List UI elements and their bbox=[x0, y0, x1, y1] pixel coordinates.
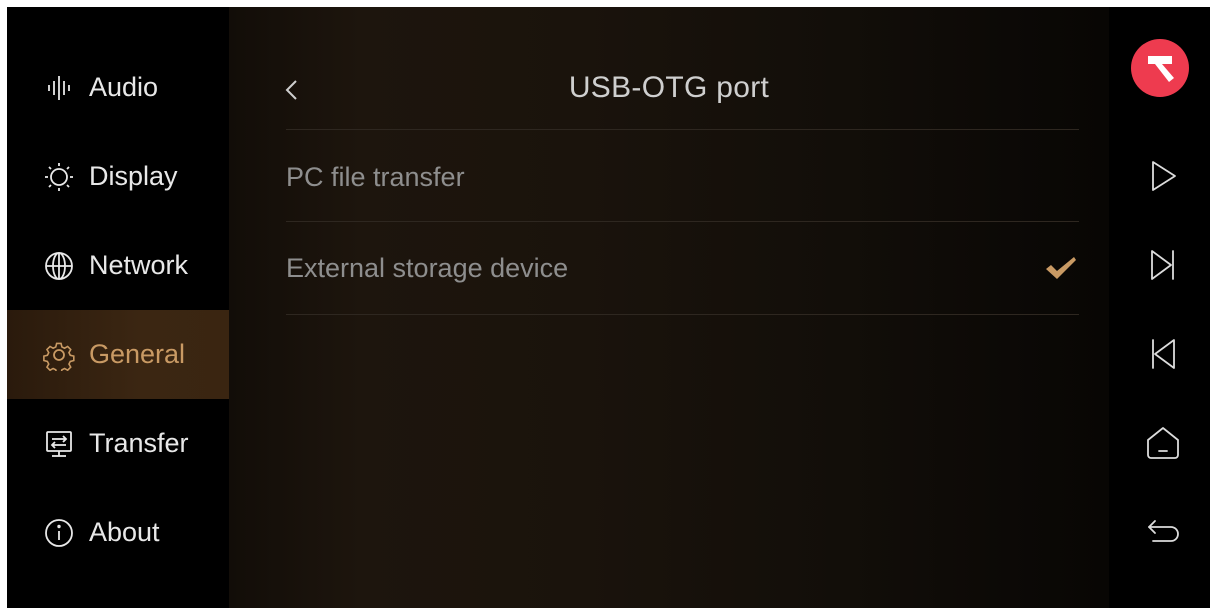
divider bbox=[286, 221, 1079, 222]
sidebar-item-about[interactable]: About bbox=[7, 488, 229, 577]
checkmark-icon bbox=[1043, 253, 1079, 283]
sidebar-item-label: Audio bbox=[89, 72, 159, 102]
sidebar-item-audio[interactable]: Audio bbox=[7, 43, 229, 132]
sidebar-item-label: Display bbox=[89, 161, 178, 191]
info-icon bbox=[41, 515, 77, 551]
sun-icon bbox=[41, 159, 77, 195]
option-external-storage-device[interactable]: External storage device bbox=[286, 223, 1079, 313]
option-pc-file-transfer[interactable]: PC file transfer bbox=[286, 132, 1079, 222]
play-icon[interactable] bbox=[1137, 150, 1189, 202]
return-icon[interactable] bbox=[1137, 506, 1189, 558]
sidebar-item-general[interactable]: General bbox=[7, 310, 229, 399]
settings-sidebar: Audio Display Network General Transfer A… bbox=[7, 7, 229, 608]
option-label: PC file transfer bbox=[286, 161, 465, 192]
sidebar-item-label: Network bbox=[89, 250, 189, 280]
previous-track-icon[interactable] bbox=[1137, 328, 1189, 380]
device-screen: Audio Display Network General Transfer A… bbox=[7, 7, 1210, 608]
sidebar-item-transfer[interactable]: Transfer bbox=[7, 399, 229, 488]
option-label: External storage device bbox=[286, 252, 569, 283]
sidebar-item-network[interactable]: Network bbox=[7, 221, 229, 310]
globe-icon bbox=[41, 248, 77, 284]
sidebar-item-label: General bbox=[89, 339, 186, 369]
panel-header: USB-OTG port bbox=[229, 47, 1109, 127]
navigation-bar bbox=[1109, 7, 1210, 608]
settings-detail-panel: USB-OTG port PC file transfer External s… bbox=[229, 7, 1109, 608]
monitor-transfer-icon bbox=[41, 426, 77, 462]
page-title: USB-OTG port bbox=[568, 71, 770, 104]
next-track-icon[interactable] bbox=[1137, 239, 1189, 291]
app-logo-icon[interactable] bbox=[1131, 39, 1189, 97]
gear-icon bbox=[41, 337, 77, 373]
sidebar-item-label: Transfer bbox=[89, 428, 189, 458]
home-icon[interactable] bbox=[1137, 417, 1189, 469]
audio-levels-icon bbox=[41, 70, 77, 106]
divider bbox=[286, 314, 1079, 315]
sidebar-item-display[interactable]: Display bbox=[7, 132, 229, 221]
divider bbox=[286, 129, 1079, 130]
sidebar-item-label: About bbox=[89, 517, 160, 547]
